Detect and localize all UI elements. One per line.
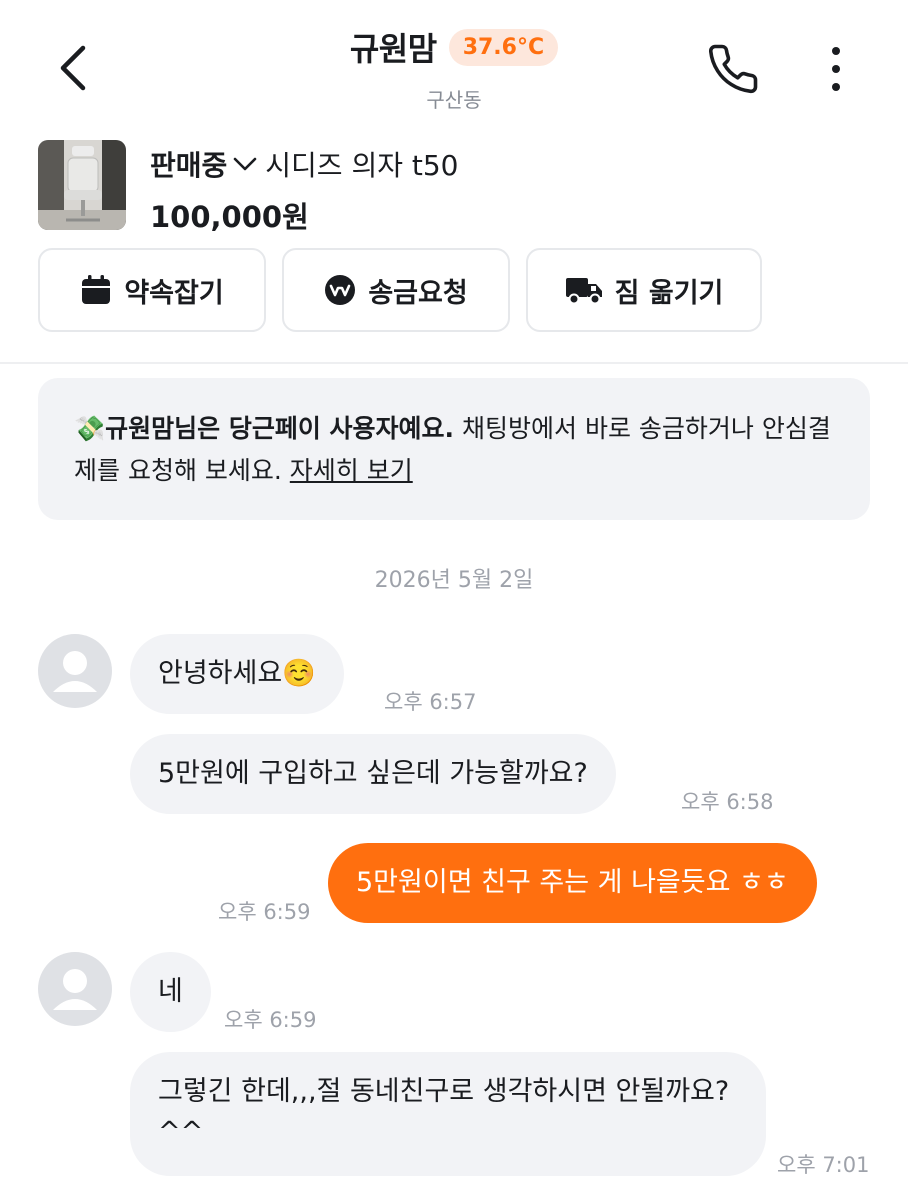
message-bubble[interactable]: 5만원에 구입하고 싶은데 가능할까요?	[130, 734, 616, 814]
message-time: 오후 7:01	[777, 1153, 870, 1177]
schedule-appointment-button[interactable]: 약속잡기	[38, 248, 266, 332]
more-vertical-icon	[832, 47, 840, 91]
message-bubble[interactable]: 네	[130, 952, 211, 1032]
moving-service-label: 짐 옮기기	[614, 277, 724, 309]
product-info: 판매중 시디즈 의자 t50 100,000원	[150, 140, 459, 236]
header-divider	[0, 362, 908, 364]
moving-service-button[interactable]: 짐 옮기기	[526, 248, 762, 332]
default-profile-icon	[53, 651, 97, 692]
default-profile-icon	[53, 969, 97, 1010]
sale-status[interactable]: 판매중	[150, 144, 227, 184]
request-payment-label: 송금요청	[368, 277, 468, 309]
date-separator: 2026년 5월 2일	[374, 568, 534, 593]
chat-header: 규원맘 37.6°C 구산동	[0, 0, 908, 120]
message-bubble[interactable]: 그렇긴 한데,,,절 동네친구로 생각하시면 안될까요?^^	[130, 1052, 766, 1176]
chat-actions: 약속잡기 송금요청 짐 옮기기	[38, 248, 762, 332]
chair-photo	[38, 140, 126, 230]
schedule-appointment-label: 약속잡기	[124, 277, 224, 309]
learn-more-link[interactable]: 자세히 보기	[290, 456, 413, 485]
money-wings-icon: 💸	[74, 414, 106, 443]
calendar-icon	[82, 275, 111, 304]
partner-location: 구산동	[426, 88, 482, 112]
product-price: 100,000원	[150, 200, 309, 234]
message-time: 오후 6:57	[384, 690, 477, 714]
message-time: 오후 6:58	[681, 790, 774, 814]
chevron-down-icon[interactable]	[233, 156, 257, 172]
chat-partner-name[interactable]: 규원맘	[350, 24, 437, 70]
pay-notice-banner: 💸규원맘님은 당근페이 사용자예요. 채팅방에서 바로 송금하거나 안심결제를 …	[38, 378, 870, 520]
product-thumbnail[interactable]	[38, 140, 126, 230]
request-payment-button[interactable]: 송금요청	[282, 248, 510, 332]
product-summary[interactable]: 판매중 시디즈 의자 t50 100,000원	[38, 140, 868, 234]
message-bubble[interactable]: 안녕하세요☺️	[130, 634, 344, 714]
manner-temperature-badge[interactable]: 37.6°C	[448, 28, 559, 66]
won-coin-icon	[325, 275, 356, 305]
title-block: 규원맘 37.6°C 구산동	[0, 24, 908, 113]
notice-bold-text: 규원맘님은 당근페이 사용자예요.	[105, 414, 455, 443]
avatar[interactable]	[38, 952, 112, 1026]
more-options-button[interactable]	[816, 40, 856, 98]
avatar[interactable]	[38, 634, 112, 708]
message-time: 오후 6:59	[224, 1008, 317, 1032]
phone-icon	[708, 44, 758, 94]
product-title: 시디즈 의자 t50	[265, 149, 459, 182]
my-message-bubble[interactable]: 5만원이면 친구 주는 게 나을듯요 ㅎㅎ	[328, 843, 817, 923]
call-button[interactable]	[704, 40, 762, 98]
message-time: 오후 6:59	[218, 900, 311, 924]
truck-icon	[565, 278, 602, 305]
